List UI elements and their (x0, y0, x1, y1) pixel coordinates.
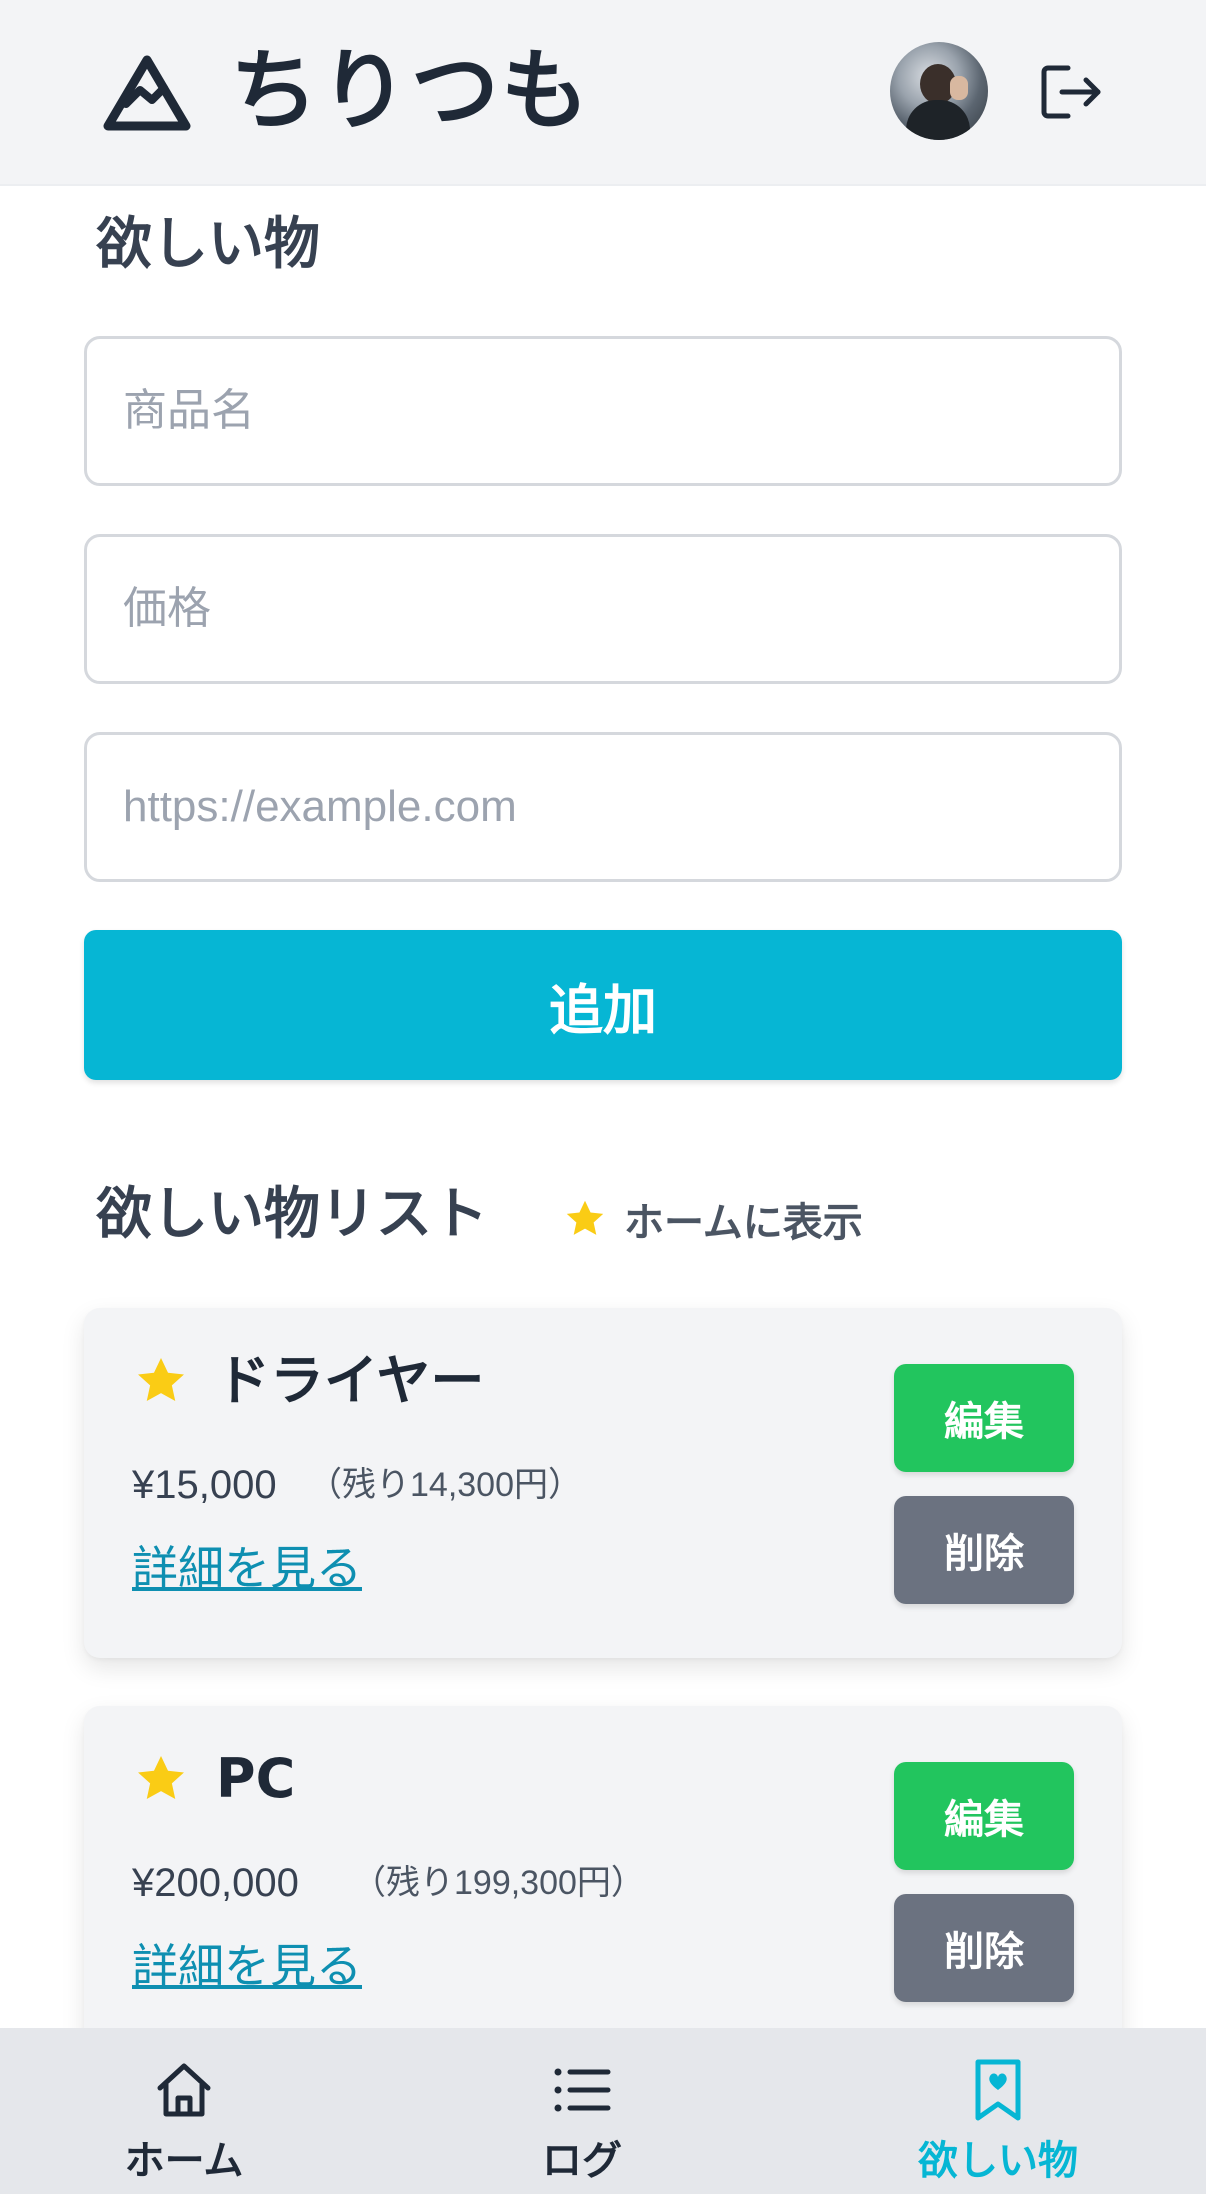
app-title: ちりつも (230, 39, 591, 142)
url-input[interactable] (84, 732, 1122, 882)
app-header: ちりつも (0, 0, 1206, 186)
bottom-nav: ホーム ログ 欲しい物 (0, 2028, 1206, 2194)
nav-label-log: ログ (542, 2138, 622, 2184)
star-icon[interactable] (132, 1750, 190, 1808)
nav-label-wishlist: 欲しい物 (918, 2138, 1078, 2184)
nav-item-home[interactable]: ホーム (34, 2028, 334, 2194)
detail-link[interactable]: 詳細を見る (132, 1936, 362, 1996)
add-button[interactable]: 追加 (84, 930, 1122, 1080)
item-name: PC (216, 1747, 296, 1810)
edit-button[interactable]: 編集 (894, 1364, 1074, 1472)
item-price: ¥200,000 (132, 1861, 299, 1905)
nav-item-log[interactable]: ログ (432, 2028, 732, 2194)
wish-item-card: ドライヤー ¥15,000 （残り14,300円） 詳細を見る 編集 削除 (84, 1308, 1122, 1658)
nav-item-wishlist[interactable]: 欲しい物 (848, 2028, 1148, 2194)
home-icon (157, 2063, 211, 2117)
product-name-input[interactable] (84, 336, 1122, 486)
legend-label: ホームに表示 (624, 1200, 863, 1246)
detail-link[interactable]: 詳細を見る (132, 1538, 362, 1598)
star-icon[interactable] (132, 1352, 190, 1410)
edit-button[interactable]: 編集 (894, 1762, 1074, 1870)
user-avatar[interactable] (890, 42, 988, 140)
item-name: ドライヤー (216, 1349, 485, 1412)
logout-icon[interactable] (1038, 62, 1104, 122)
delete-button[interactable]: 削除 (894, 1894, 1074, 2002)
nav-label-home: ホーム (124, 2138, 244, 2184)
list-section-title: 欲しい物リスト (96, 1182, 488, 1247)
item-price: ¥15,000 (132, 1463, 277, 1507)
mountain-logo-icon (103, 55, 191, 131)
star-icon (566, 1200, 604, 1235)
wish-item-card: PC ¥200,000 （残り199,300円） 詳細を見る 編集 削除 (84, 1706, 1122, 2056)
show-on-home-legend: ホームに表示 (562, 1190, 863, 1248)
bookmark-heart-icon (975, 2059, 1021, 2121)
app-root: ちりつも 欲しい物 追加 欲しい物リスト ホームに表示 ドライヤー ¥15,00… (0, 0, 1206, 2194)
form-section-title: 欲しい物 (96, 212, 320, 277)
item-remaining: （残り199,300円） (352, 1864, 645, 1902)
list-icon (554, 2068, 611, 2112)
item-remaining: （残り14,300円） (308, 1466, 582, 1504)
main-content: 欲しい物 追加 欲しい物リスト ホームに表示 ドライヤー ¥15,000 （残り… (0, 186, 1206, 2056)
delete-button[interactable]: 削除 (894, 1496, 1074, 1604)
price-input[interactable] (84, 534, 1122, 684)
